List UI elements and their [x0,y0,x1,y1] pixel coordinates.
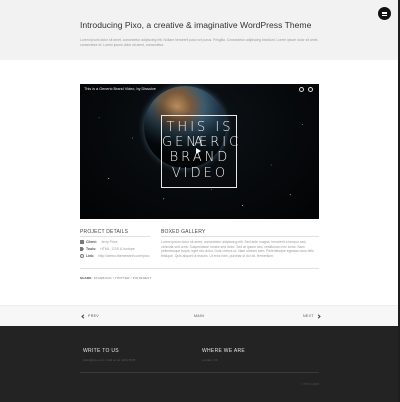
divider [161,236,319,237]
chevron-right-icon [316,313,321,319]
write-to-us-text: hello@pixo.com / Call us on 1234 5678 [83,358,136,362]
project-link[interactable]: http://demo.themeearth.com/pixo [98,254,149,258]
project-details-heading: PROJECT DETAILS [80,229,129,235]
calendar-icon [80,240,84,244]
page-subtitle: Lorem ipsum dolor sit amet, consectetur … [80,38,319,47]
divider [80,236,150,237]
share-bar: SHARE: FACEBOOK / TWITTER / PINTEREST [80,276,152,280]
write-to-us-heading: WRITE TO US [83,348,119,354]
menu-button[interactable] [378,7,391,20]
where-we-are-heading: WHERE WE ARE [202,348,246,354]
detail-row-link: Link: http://demo.themeearth.com/pixo [80,254,150,258]
tag-icon [80,247,84,251]
copyright: © PIXO 2015 [301,382,319,386]
chevron-left-icon [81,313,86,319]
video-player[interactable]: This is a Generic Brand Video, by Dissol… [80,84,319,219]
next-button[interactable]: NEXT [303,313,321,319]
detail-row-tools: Tools: HTML, CSS & Isotope [80,247,135,251]
post-pager: PREV MAIN NEXT [0,305,400,326]
gallery-description: Lorem ipsum dolor sit amet, consectetur … [161,240,314,258]
watch-later-icon[interactable] [299,87,304,92]
detail-row-client: Client: Jerry Price [80,240,118,244]
main-button[interactable]: MAIN [194,314,204,318]
video-controls [299,87,313,92]
divider [80,372,319,373]
page-title: Introducing Pixo, a creative & imaginati… [80,20,312,30]
share-icon[interactable] [308,87,313,92]
video-title[interactable]: This is a Generic Brand Video, by Dissol… [84,87,156,91]
brand-line: VIDEO [171,166,229,181]
link-icon [80,254,84,258]
play-icon[interactable] [196,148,201,154]
share-links[interactable]: FACEBOOK / TWITTER / PINTEREST [94,276,152,280]
prev-button[interactable]: PREV [81,313,99,319]
site-footer: WRITE TO US hello@pixo.com / Call us on … [0,326,400,402]
page-header: Introducing Pixo, a creative & imaginati… [0,0,400,60]
divider [80,268,319,269]
where-we-are-text: London, UK [202,358,218,362]
boxed-gallery-heading: BOXED GALLERY [161,229,206,235]
